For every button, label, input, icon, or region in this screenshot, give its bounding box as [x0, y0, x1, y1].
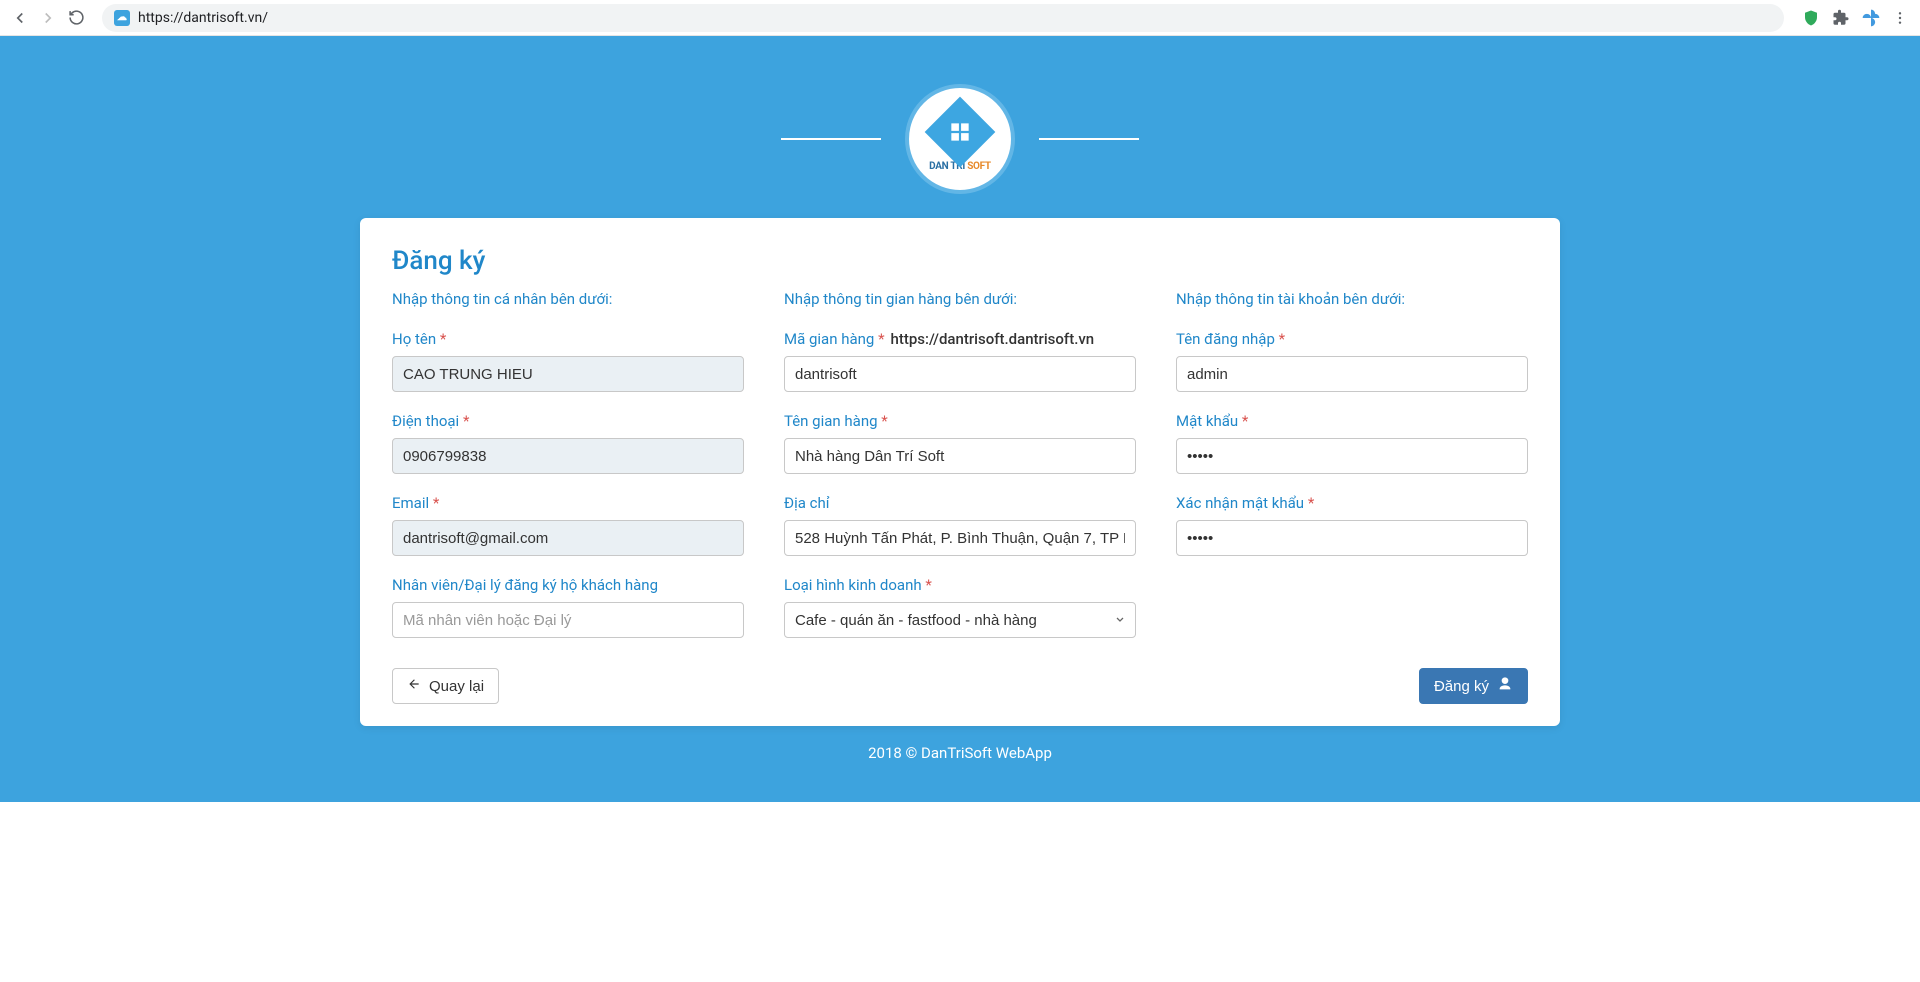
- footer-text: 2018 © DanTriSoft WebApp: [0, 744, 1920, 762]
- address-input[interactable]: [784, 520, 1136, 556]
- account-column: Nhập thông tin tài khoản bên dưới: Tên đ…: [1176, 290, 1528, 658]
- section-account-label: Nhập thông tin tài khoản bên dưới:: [1176, 290, 1528, 308]
- email-input[interactable]: [392, 520, 744, 556]
- submit-button-label: Đăng ký: [1434, 678, 1489, 695]
- forward-icon[interactable]: [38, 8, 58, 28]
- page-background: DAN TRI SOFT Đăng ký Nhập thông tin cá n…: [0, 36, 1920, 802]
- phone-label: Điện thoại *: [392, 412, 744, 430]
- email-label: Email *: [392, 494, 744, 512]
- agent-label: Nhân viên/Đại lý đăng ký hộ khách hàng: [392, 576, 744, 594]
- confirm-password-label: Xác nhận mật khẩu *: [1176, 494, 1528, 512]
- fullname-input[interactable]: [392, 356, 744, 392]
- pinwheel-extension-icon[interactable]: [1860, 7, 1882, 29]
- phone-input[interactable]: [392, 438, 744, 474]
- agent-input[interactable]: [392, 602, 744, 638]
- page-title: Đăng ký: [392, 246, 1528, 276]
- store-code-label: Mã gian hàng *https://dantrisoft.dantris…: [784, 330, 1136, 348]
- url-bar[interactable]: ☁ https://dantrisoft.vn/: [102, 4, 1784, 32]
- biz-type-label: Loại hình kinh doanh *: [784, 576, 1136, 594]
- confirm-password-input[interactable]: [1176, 520, 1528, 556]
- brand-logo: DAN TRI SOFT: [905, 84, 1015, 194]
- site-icon: ☁: [114, 10, 130, 26]
- back-button-label: Quay lại: [429, 678, 484, 695]
- registration-card: Đăng ký Nhập thông tin cá nhân bên dưới:…: [360, 218, 1560, 726]
- password-label: Mật khẩu *: [1176, 412, 1528, 430]
- logo-diamond-icon: [925, 96, 996, 167]
- section-personal-label: Nhập thông tin cá nhân bên dưới:: [392, 290, 744, 308]
- logo-line-left: [781, 138, 881, 140]
- address-label: Địa chỉ: [784, 494, 1136, 512]
- arrow-left-icon: [407, 677, 421, 695]
- browser-menu-icon[interactable]: [1890, 8, 1910, 28]
- section-store-label: Nhập thông tin gian hàng bên dưới:: [784, 290, 1136, 308]
- user-icon: [1497, 676, 1513, 696]
- biz-type-select[interactable]: Cafe - quán ăn - fastfood - nhà hàng: [784, 602, 1136, 638]
- back-icon[interactable]: [10, 8, 30, 28]
- back-button[interactable]: Quay lại: [392, 668, 499, 704]
- username-input[interactable]: [1176, 356, 1528, 392]
- logo-row: DAN TRI SOFT: [0, 36, 1920, 218]
- store-name-input[interactable]: [784, 438, 1136, 474]
- store-code-input[interactable]: [784, 356, 1136, 392]
- password-input[interactable]: [1176, 438, 1528, 474]
- shield-extension-icon[interactable]: [1800, 7, 1822, 29]
- puzzle-extension-icon[interactable]: [1830, 7, 1852, 29]
- username-label: Tên đăng nhập *: [1176, 330, 1528, 348]
- reload-icon[interactable]: [66, 8, 86, 28]
- submit-button[interactable]: Đăng ký: [1419, 668, 1528, 704]
- store-column: Nhập thông tin gian hàng bên dưới: Mã gi…: [784, 290, 1136, 658]
- logo-line-right: [1039, 138, 1139, 140]
- fullname-label: Họ tên *: [392, 330, 744, 348]
- url-text: https://dantrisoft.vn/: [138, 10, 268, 26]
- store-name-label: Tên gian hàng *: [784, 412, 1136, 430]
- browser-toolbar: ☁ https://dantrisoft.vn/: [0, 0, 1920, 36]
- personal-column: Nhập thông tin cá nhân bên dưới: Họ tên …: [392, 290, 744, 658]
